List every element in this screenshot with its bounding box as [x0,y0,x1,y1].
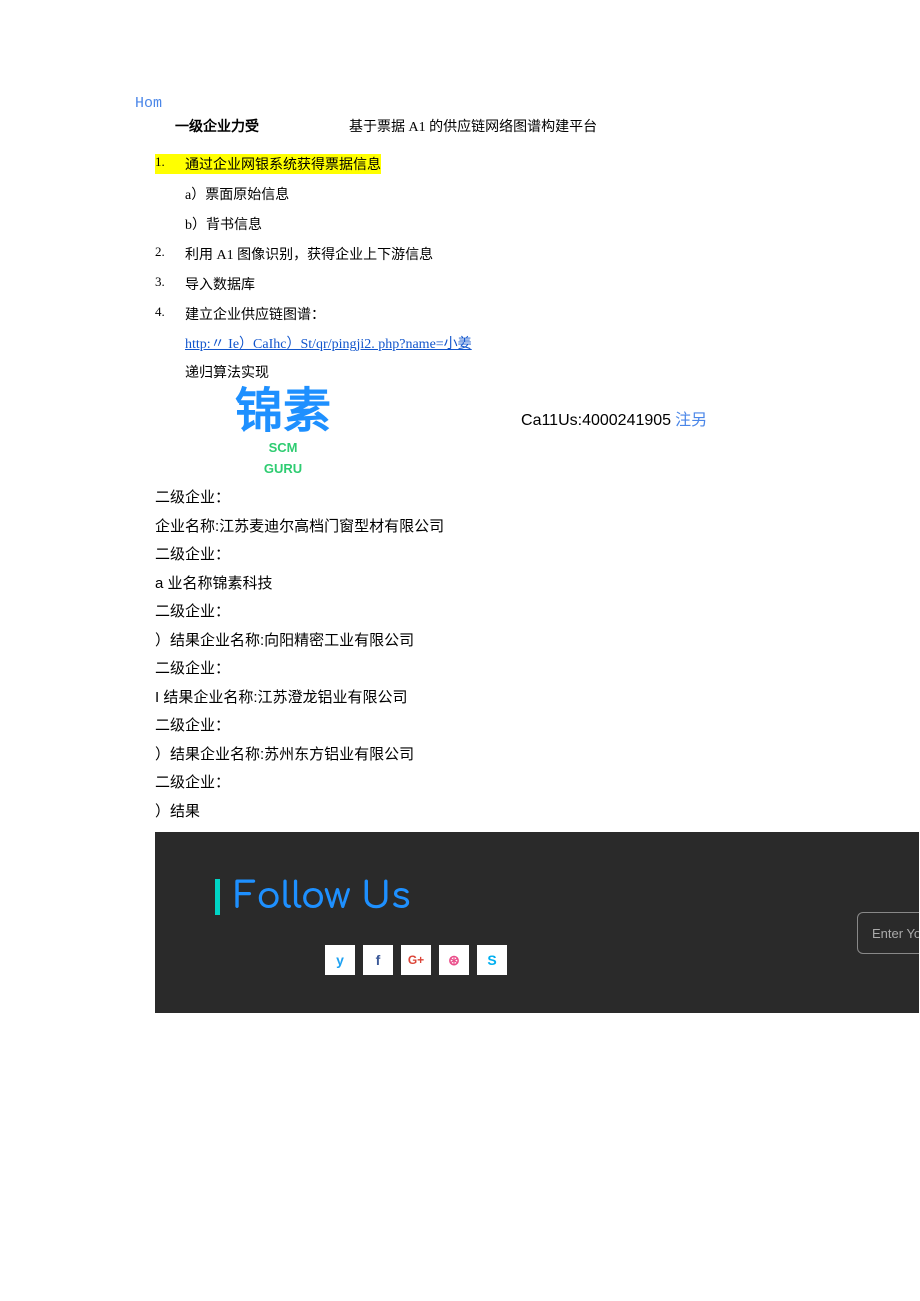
step-1: 1. 通过企业网银系统获得票据信息 [155,154,920,174]
follow-us-heading: Follow Us [215,877,919,917]
step-1-sub-b: b）背书信息 [185,214,920,234]
logo-sub-text-1: SCM [235,440,331,457]
result-line: ）结果企业名称:苏州东方铝业有限公司 [155,741,920,770]
dribbble-icon[interactable]: ⊛ [439,945,469,975]
result-line: I 结果企业名称:江苏澄龙铝业有限公司 [155,684,920,713]
brand-logo: 锦素 SCM GURU [235,388,331,478]
step-text: 通过企业网银系统获得票据信息 [185,154,381,174]
google-plus-icon[interactable]: G+ [401,945,431,975]
result-line: a 业名称锦素科技 [155,570,920,599]
result-line: 二级企业： [155,541,920,570]
follow-us-text: Follow Us [234,877,411,917]
result-line: 企业名称:江苏麦迪尔高档门窗型材有限公司 [155,513,920,542]
step-number: 2. [155,244,185,264]
result-line: ）结果企业名称:向阳精密工业有限公司 [155,627,920,656]
supply-chain-link[interactable]: http:〃 Ie）CaIhc）St/qr/pingji2. php?name=… [185,334,515,356]
step-number: 1. [155,154,185,174]
header-row: 一级企业力受 基于票据 A1 的供应链网络图谱构建平台 [155,116,920,136]
algorithm-label: 递归算法实现 [185,362,920,382]
footer: Follow Us y f G+ ⊛ S Enter You [155,832,919,1013]
results-list: 二级企业： 企业名称:江苏麦迪尔高档门窗型材有限公司 二级企业： a 业名称锦素… [155,484,920,826]
step-3: 3. 导入数据库 [155,274,920,294]
home-link[interactable]: Hom [135,95,920,112]
logo-row: 锦素 SCM GURU Ca11Us:4000241905 注另 [155,388,920,478]
subscribe-input[interactable]: Enter You [857,912,919,954]
result-line: 二级企业： [155,598,920,627]
result-line: 二级企业： [155,484,920,513]
twitter-icon[interactable]: y [325,945,355,975]
facebook-icon[interactable]: f [363,945,393,975]
result-line: 二级企业： [155,769,920,798]
step-text: 建立企业供应链图谱： [185,304,325,324]
accent-bar-icon [215,879,220,915]
result-line: 二级企业： [155,712,920,741]
step-text: 导入数据库 [185,274,255,294]
step-1-sub-a: a）票面原始信息 [185,184,920,204]
register-link[interactable]: 注另 [671,412,707,429]
step-number: 4. [155,304,185,324]
subscribe-input-wrap: Enter You [857,912,919,954]
skype-icon[interactable]: S [477,945,507,975]
logo-main-text: 锦素 [235,388,331,436]
document-body: Hom 一级企业力受 基于票据 A1 的供应链网络图谱构建平台 1. 通过企业网… [0,95,920,1013]
step-number: 3. [155,274,185,294]
step-2: 2. 利用 A1 图像识别，获得企业上下游信息 [155,244,920,264]
step-text: 利用 A1 图像识别，获得企业上下游信息 [185,244,433,264]
left-subheading: 一级企业力受 [175,116,259,136]
step-4: 4. 建立企业供应链图谱： [155,304,920,324]
page-title: 基于票据 A1 的供应链网络图谱构建平台 [349,116,597,136]
result-line: 二级企业： [155,655,920,684]
logo-sub-text-2: GURU [235,461,331,478]
call-us-label: Ca11Us:4000241905 注另 [521,406,707,430]
social-icons-row: y f G+ ⊛ S [325,945,919,975]
steps-list: 1. 通过企业网银系统获得票据信息 a）票面原始信息 b）背书信息 2. 利用 … [155,154,920,382]
result-line: ）结果 [155,798,920,827]
call-us-number: Ca11Us:4000241905 [521,412,671,429]
